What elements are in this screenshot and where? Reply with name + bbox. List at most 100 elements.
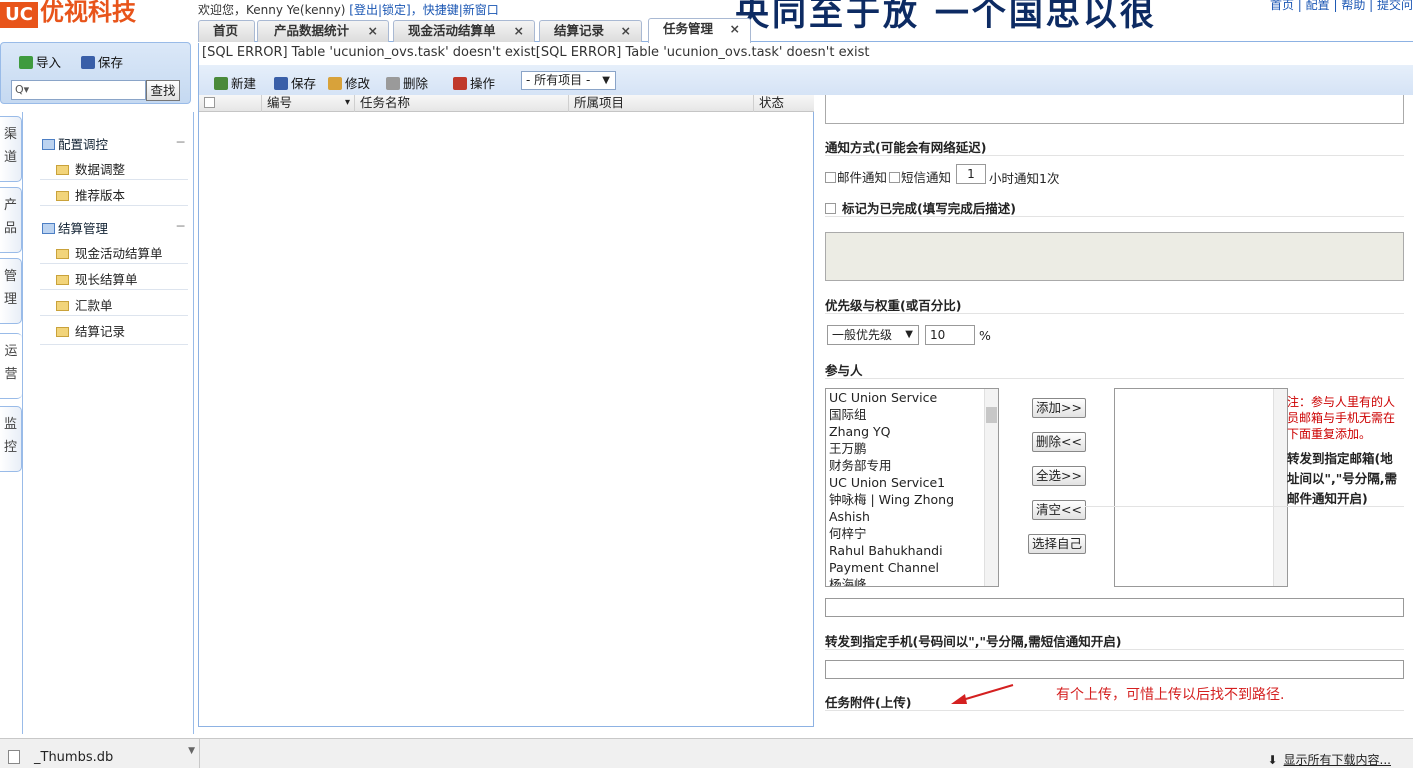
close-icon[interactable]: × (368, 21, 378, 41)
side-tab-label: 监控 (3, 417, 17, 455)
participants-list[interactable]: UC Union Service 国际组 Zhang YQ 王万鹏 财务部专用 … (825, 388, 999, 587)
side-tab-product[interactable]: 产品 (0, 187, 22, 253)
close-icon[interactable]: × (621, 21, 631, 41)
tab-label: 任务管理 (663, 21, 714, 36)
side-tabs: 渠道 产品 管理 运营 监控 (0, 112, 23, 734)
collapse-icon[interactable]: − (176, 134, 186, 149)
selected-participants-list[interactable] (1114, 388, 1288, 587)
mail-action-icon (453, 77, 467, 90)
collapse-icon[interactable]: − (176, 218, 186, 233)
tab-home[interactable]: 首页 (198, 20, 255, 42)
side-tab-monitor[interactable]: 监控 (0, 406, 22, 472)
column-project[interactable]: 所属项目 (569, 95, 754, 112)
clear-button[interactable]: 清空<< (1032, 500, 1086, 520)
select-self-button[interactable]: 选择自己 (1028, 534, 1087, 554)
action-button[interactable]: 操作 (453, 73, 495, 92)
scrollbar[interactable] (984, 389, 998, 586)
participant-option[interactable]: UC Union Service (826, 389, 998, 406)
tree-group-config[interactable]: 配置调控 − (42, 134, 188, 153)
project-select[interactable]: - 所有项目 - ▼ (521, 71, 616, 90)
column-task-name[interactable]: 任务名称 (355, 95, 569, 112)
tree-item-recommend-version[interactable]: 推荐版本 (56, 185, 125, 204)
main-toolbar: 新建 保存 修改 删除 操作 - 所有项目 - ▼ (198, 65, 1413, 95)
participant-option[interactable]: Ashish (826, 508, 998, 525)
folder-icon (56, 275, 69, 285)
new-icon (214, 77, 228, 90)
participant-option[interactable]: Zhang YQ (826, 423, 998, 440)
pencil-icon (328, 77, 342, 90)
side-tab-label: 渠道 (3, 127, 17, 165)
tree-item-long-settlement[interactable]: 现长结算单 (56, 269, 138, 288)
show-all-downloads-link[interactable]: ⬇ 显示所有下载内容... (1267, 751, 1391, 768)
tree-item-cash-settlement[interactable]: 现金活动结算单 (56, 243, 163, 262)
column-select-all[interactable] (199, 95, 262, 112)
tab-settlement-records[interactable]: 结算记录 × (539, 20, 642, 42)
sms-notify-checkbox[interactable] (889, 172, 901, 183)
new-button[interactable]: 新建 (214, 73, 256, 92)
participant-option[interactable]: UC Union Service1 (826, 474, 998, 491)
delete-button[interactable]: 删除 (386, 73, 428, 92)
mark-done-checkbox[interactable] (825, 203, 836, 214)
tree-item-data-adjust[interactable]: 数据调整 (56, 159, 125, 178)
top-links[interactable]: 首页 | 配置 | 帮助 | 提交问 (1263, 0, 1413, 13)
add-participant-button[interactable]: 添加>> (1032, 398, 1086, 418)
edit-button[interactable]: 修改 (328, 73, 370, 92)
folder-icon (56, 301, 69, 311)
group-icon (42, 139, 55, 150)
column-id[interactable]: 编号 ▾ (262, 95, 355, 112)
tree-item-settlement-records[interactable]: 结算记录 (56, 321, 125, 340)
column-status[interactable]: 状态 (754, 95, 814, 112)
participant-option[interactable]: 国际组 (826, 406, 998, 423)
participant-option[interactable]: 杨海峰 (826, 576, 998, 586)
participant-option[interactable]: 财务部专用 (826, 457, 998, 474)
select-all-button[interactable]: 全选>> (1032, 466, 1086, 486)
completion-textarea[interactable] (825, 232, 1404, 281)
participant-option[interactable]: Payment Channel (826, 559, 998, 576)
tab-label: 产品数据统计 (274, 23, 350, 38)
participant-option[interactable]: 王万鹏 (826, 440, 998, 457)
participant-option[interactable]: 何梓宁 (826, 525, 998, 542)
tab-task-management[interactable]: 任务管理 × (648, 18, 751, 43)
save-label: 保存 (98, 55, 124, 70)
close-icon[interactable]: × (730, 19, 740, 39)
forward-phone-input[interactable] (825, 660, 1404, 679)
notify-title: 通知方式(可能会有网络延迟) (825, 140, 987, 155)
side-tab-operations[interactable]: 运营 (0, 333, 22, 399)
forward-phone-label: 转发到指定手机(号码间以","号分隔,需短信通知开启) (825, 634, 1122, 649)
tab-label: 现金活动结算单 (408, 23, 496, 38)
divider (40, 179, 188, 180)
description-textarea[interactable] (825, 95, 1404, 124)
chevron-down-icon[interactable]: ▼ (188, 739, 195, 763)
delete-label: 删除 (403, 76, 429, 91)
participant-option[interactable]: Rahul Bahukhandi (826, 542, 998, 559)
search-button[interactable]: 查找 (146, 80, 180, 101)
email-notify-label: 邮件通知 (837, 170, 888, 185)
remove-participant-button[interactable]: 删除<< (1032, 432, 1086, 452)
priority-select[interactable]: 一般优先级 ▼ (827, 325, 919, 345)
participant-option[interactable]: 钟咏梅 | Wing Zhong (826, 491, 998, 508)
tab-cash-settlement[interactable]: 现金活动结算单 × (393, 20, 535, 42)
mark-done-row: 标记为已完成(填写完成后描述) (825, 198, 1016, 217)
shortcut-links[interactable]: ，快捷键|新窗口 (411, 3, 499, 17)
tree-item-remittance[interactable]: 汇款单 (56, 295, 113, 314)
download-item[interactable]: _Thumbs.db ▼ (0, 739, 200, 768)
logout-link[interactable]: [登出|锁定] (349, 3, 410, 17)
folder-icon (56, 191, 69, 201)
scrollbar[interactable] (1273, 389, 1287, 586)
select-all-checkbox[interactable] (204, 97, 215, 108)
close-icon[interactable]: × (514, 21, 524, 41)
side-tab-label: 运营 (4, 344, 18, 382)
notify-hours-input[interactable]: 1 (956, 164, 986, 184)
side-tab-channel[interactable]: 渠道 (0, 116, 22, 182)
email-notify-checkbox[interactable] (825, 172, 836, 183)
import-button[interactable]: 导入 (19, 52, 61, 71)
save-task-button[interactable]: 保存 (274, 73, 316, 92)
search-input[interactable]: Q▾ (11, 80, 146, 100)
save-button[interactable]: 保存 (81, 52, 123, 71)
tree-group-settlement[interactable]: 结算管理 − (42, 218, 188, 237)
side-tab-manage[interactable]: 管理 (0, 258, 22, 324)
weight-input[interactable]: 10 (925, 325, 975, 345)
tab-product-stats[interactable]: 产品数据统计 × (257, 20, 389, 42)
scroll-thumb[interactable] (986, 407, 997, 423)
forward-email-input[interactable] (825, 598, 1404, 617)
